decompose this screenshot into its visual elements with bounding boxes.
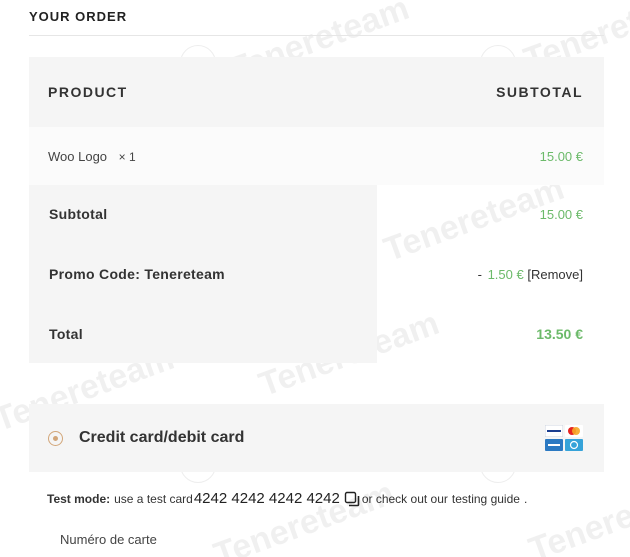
title-divider	[29, 35, 604, 36]
testing-guide-link[interactable]: testing guide	[452, 492, 520, 506]
payment-radio[interactable]	[48, 430, 63, 446]
subtotal-label: Subtotal	[49, 206, 108, 222]
column-header-subtotal: SUBTOTAL	[496, 84, 583, 100]
table-row: Woo Logo × 1 15.00 €	[29, 127, 604, 185]
total-label: Total	[49, 326, 83, 342]
promo-row: Promo Code: Tenereteam - 1.50 € [Remove]	[29, 259, 604, 289]
test-mode-label: Test mode:	[47, 491, 111, 506]
order-title: YOUR ORDER	[29, 9, 128, 24]
order-table: PRODUCT SUBTOTAL Woo Logo × 1 15.00 € Su…	[29, 57, 604, 363]
product-cell: Woo Logo × 1	[48, 149, 136, 164]
watermark-text: Tenereteam	[209, 473, 400, 557]
test-mode-middle-text: or check out our	[361, 491, 448, 506]
card-number-label: Numéro de carte	[60, 532, 157, 547]
payment-method-label: Credit card/debit card	[79, 429, 245, 446]
subtotal-value: 15.00 €	[539, 206, 583, 222]
card-brand-icons	[545, 425, 585, 451]
product-name: Woo Logo	[48, 148, 108, 164]
payment-method-option[interactable]: Credit card/debit card	[29, 404, 604, 472]
table-header: PRODUCT SUBTOTAL	[29, 57, 604, 127]
promo-value: - 1.50 € [Remove]	[478, 267, 583, 282]
product-quantity: × 1	[118, 149, 136, 164]
subtotal-row: Subtotal 15.00 €	[29, 199, 604, 229]
test-card-number: 4242 4242 4242 4242	[193, 490, 340, 507]
copy-icon[interactable]	[344, 491, 360, 507]
product-price: 15.00 €	[539, 148, 583, 164]
promo-label: Promo Code: Tenereteam	[49, 266, 225, 282]
total-row: Total 13.50 €	[29, 319, 604, 349]
amex-icon	[545, 439, 563, 451]
promo-amount: 1.50 €	[487, 266, 524, 282]
promo-minus: -	[477, 266, 482, 282]
total-value: 13.50 €	[536, 326, 583, 342]
order-totals: Subtotal 15.00 € Promo Code: Tenereteam …	[29, 185, 604, 363]
column-header-product: PRODUCT	[48, 84, 128, 100]
test-mode-text: use a test card	[114, 491, 193, 506]
test-mode-suffix: .	[523, 491, 528, 506]
mastercard-icon	[565, 425, 583, 437]
visa-icon	[545, 425, 563, 437]
diners-icon	[565, 439, 583, 451]
test-mode-notice: Test mode: use a test card 4242 4242 424…	[47, 490, 527, 507]
watermark-text: Tenereteam	[524, 468, 630, 557]
remove-promo-link[interactable]: [Remove]	[527, 267, 583, 282]
